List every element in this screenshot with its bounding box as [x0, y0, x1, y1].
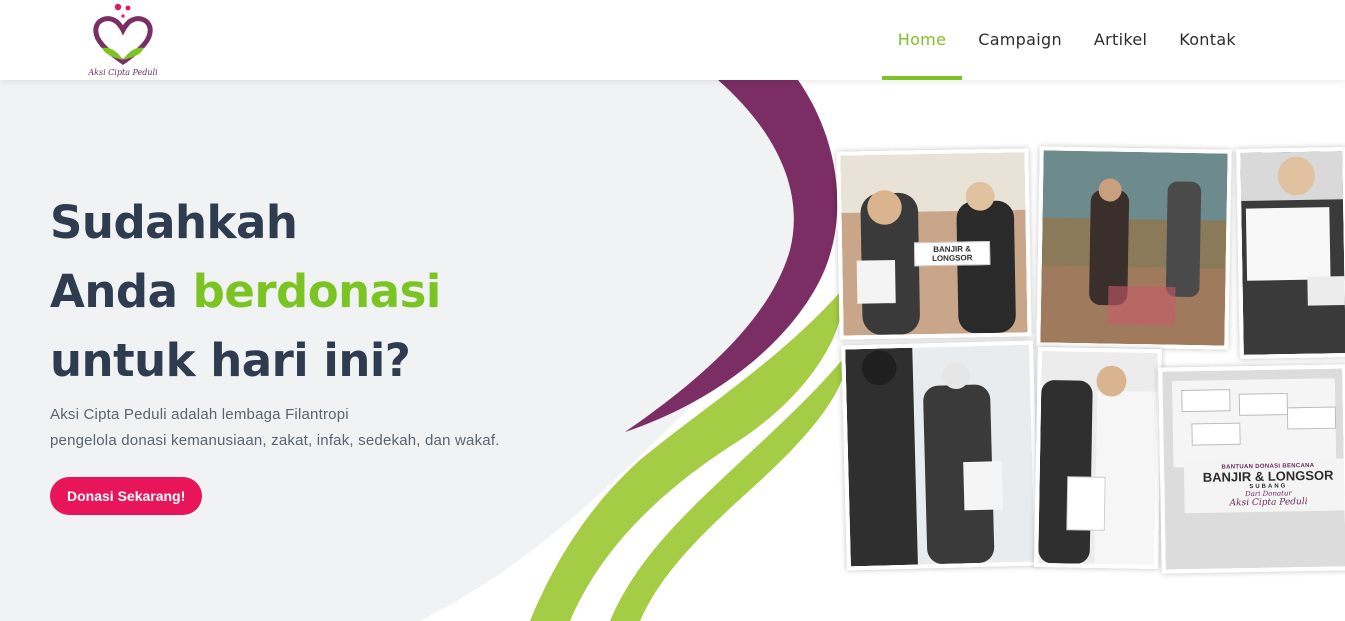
photo-food-distribution: [841, 340, 1039, 571]
photo-flood-street: [1036, 146, 1232, 350]
headline-accent-word: berdonasi: [192, 265, 442, 318]
nav-home[interactable]: Home: [881, 0, 963, 80]
logo-text: Aksi Cipta Peduli: [88, 68, 158, 77]
description-line-1: Aksi Cipta Peduli adalah lembaga Filantr…: [50, 406, 349, 423]
nav-artikel[interactable]: Artikel: [1078, 0, 1163, 80]
photo-collage: BANJIR & LONGSOR BANTUAN DONASI BENCANA …: [836, 146, 1345, 578]
donate-now-button[interactable]: Donasi Sekarang!: [50, 477, 203, 515]
donation-sign: BANJIR & LONGSOR: [913, 241, 991, 267]
main-nav: Home Campaign Artikel Kontak: [881, 0, 1252, 80]
headline-line-1: Sudahkah: [50, 196, 298, 249]
photo-receiving-food: [1034, 346, 1162, 570]
heart-logo-icon: [93, 3, 153, 66]
headline-line-2-prefix: Anda: [50, 265, 193, 318]
headline-line-3: untuk hari ini?: [50, 334, 411, 387]
large-donation-sign: BANTUAN DONASI BENCANA BANJIR & LONGSOR …: [1183, 458, 1345, 514]
hero-section: Sudahkah Anda berdonasi untuk hari ini? …: [0, 80, 1345, 621]
hero-headline: Sudahkah Anda berdonasi untuk hari ini?: [50, 188, 610, 395]
photo-food-boxes: BANTUAN DONASI BENCANA BANJIR & LONGSOR …: [1158, 364, 1345, 574]
nav-kontak[interactable]: Kontak: [1163, 0, 1252, 80]
logo[interactable]: Aksi Cipta Peduli: [88, 2, 158, 78]
nav-campaign[interactable]: Campaign: [962, 0, 1078, 80]
photo-donation-handover: BANJIR & LONGSOR: [836, 148, 1032, 340]
description-line-2: pengelola donasi kemanusiaan, zakat, inf…: [50, 432, 500, 449]
hero-description: Aksi Cipta Peduli adalah lembaga Filantr…: [50, 402, 610, 454]
site-header: Aksi Cipta Peduli Home Campaign Artikel …: [0, 0, 1345, 80]
photo-volunteer-sign: [1236, 147, 1345, 359]
